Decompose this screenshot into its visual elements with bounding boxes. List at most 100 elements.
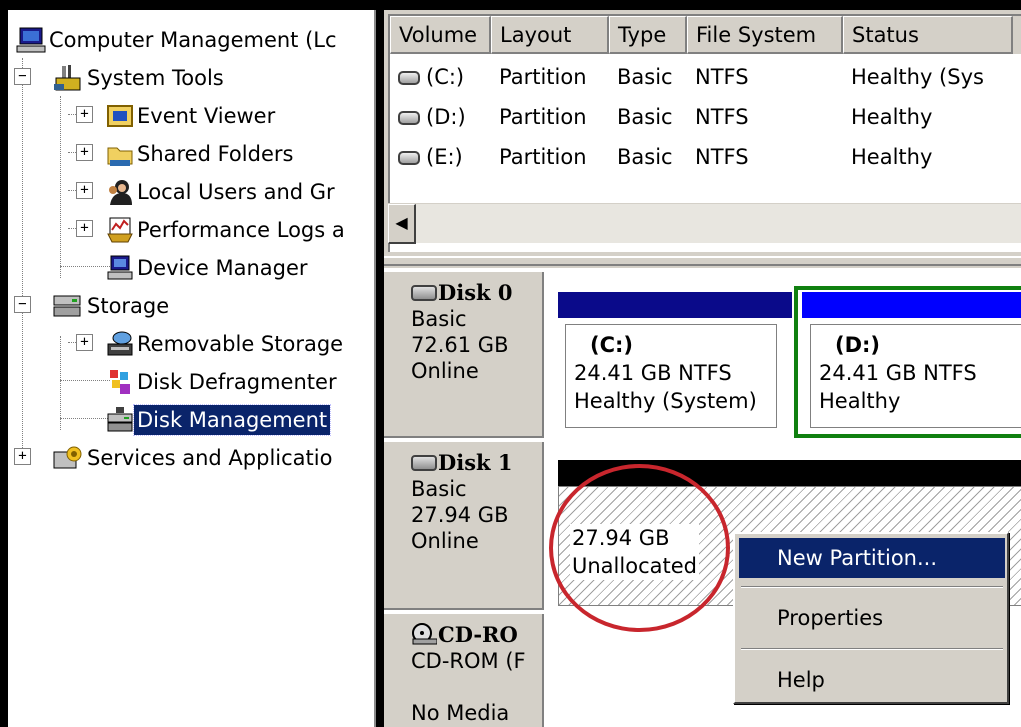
disk-kind: CD-ROM (F bbox=[411, 649, 526, 673]
tree-item-performance-logs[interactable]: Performance Logs a bbox=[106, 212, 348, 248]
tree-item-label: Performance Logs a bbox=[137, 218, 345, 242]
collapse-toggle[interactable]: − bbox=[14, 296, 31, 313]
tree-item-computer-management[interactable]: Computer Management (Lc bbox=[16, 22, 340, 58]
users-icon bbox=[109, 180, 132, 205]
cdrom-info[interactable]: CD-RO CD-ROM (F No Media bbox=[384, 614, 544, 727]
expand-toggle[interactable]: + bbox=[76, 220, 93, 237]
disk-state: Online bbox=[411, 359, 479, 383]
properties-menu-item[interactable]: Properties bbox=[739, 598, 1005, 638]
event-viewer-icon bbox=[107, 105, 133, 127]
folder-icon bbox=[107, 147, 133, 166]
volume-cell: (C:) bbox=[426, 65, 465, 89]
partition-c[interactable]: (C:) 24.41 GB NTFS Healthy (System) bbox=[565, 324, 777, 428]
disk-1-info[interactable]: Disk 1 Basic 27.94 GB Online bbox=[384, 442, 544, 610]
menu-separator bbox=[741, 586, 1003, 588]
tree-item-label: Removable Storage bbox=[137, 332, 344, 356]
window-frame: Computer Management (Lc − System Tools +… bbox=[0, 0, 1021, 727]
partition-title: (D:) bbox=[835, 333, 881, 357]
expand-toggle[interactable]: + bbox=[76, 334, 93, 351]
partition-d[interactable]: (D:) 24.41 GB NTFS Healthy bbox=[810, 324, 1021, 428]
storage-icon bbox=[53, 295, 81, 317]
expand-toggle[interactable]: + bbox=[76, 106, 93, 123]
partition-bar-d bbox=[802, 292, 1021, 318]
table-row[interactable]: (D:) Partition Basic NTFS Healthy bbox=[390, 98, 1021, 136]
pane-splitter[interactable] bbox=[384, 256, 1021, 266]
menu-separator bbox=[741, 648, 1003, 650]
tree-item-disk-defragmenter[interactable]: Disk Defragmenter bbox=[106, 364, 340, 400]
collapse-toggle[interactable]: − bbox=[14, 68, 31, 85]
disk-state: No Media bbox=[411, 701, 510, 725]
tree-connector bbox=[60, 336, 61, 430]
tree-item-label: Disk Management bbox=[132, 404, 332, 436]
column-header-status[interactable]: Status bbox=[843, 16, 1013, 54]
volume-cell: (E:) bbox=[426, 145, 463, 169]
horizontal-scrollbar[interactable]: ◀ bbox=[388, 203, 1021, 244]
disk-size: 27.94 GB bbox=[411, 503, 509, 527]
layout-cell: Partition bbox=[499, 145, 587, 169]
partition-status: Healthy (System) bbox=[574, 389, 757, 413]
tree-item-device-manager[interactable]: Device Manager bbox=[106, 250, 311, 286]
tree-item-label: Device Manager bbox=[137, 256, 308, 280]
services-icon bbox=[53, 446, 82, 469]
tree-item-label: Local Users and Gr bbox=[137, 180, 335, 204]
tree-item-system-tools[interactable]: System Tools bbox=[52, 60, 227, 96]
tree-item-shared-folders[interactable]: Shared Folders bbox=[106, 136, 296, 172]
volume-icon bbox=[398, 151, 420, 165]
column-header-file-system[interactable]: File System bbox=[687, 16, 843, 54]
tree-item-label: Shared Folders bbox=[137, 142, 294, 166]
help-menu-item[interactable]: Help bbox=[739, 660, 1005, 700]
tree-item-label: System Tools bbox=[87, 66, 224, 90]
tree-item-local-users[interactable]: Local Users and Gr bbox=[106, 174, 338, 210]
disk-name: Disk 1 bbox=[438, 450, 513, 475]
context-menu: New Partition... Properties Help bbox=[733, 532, 1009, 704]
tree-item-event-viewer[interactable]: Event Viewer bbox=[106, 98, 278, 134]
partition-bar-c bbox=[558, 292, 792, 318]
disk-size: 72.61 GB bbox=[411, 333, 509, 357]
table-row[interactable]: (C:) Partition Basic NTFS Healthy (Sys bbox=[390, 58, 1021, 96]
annotation-circle bbox=[549, 464, 730, 632]
partition-status: Healthy bbox=[819, 389, 901, 413]
arrow-left-icon: ◀ bbox=[395, 213, 408, 232]
disk-name: CD-RO bbox=[438, 622, 518, 647]
table-row[interactable]: (E:) Partition Basic NTFS Healthy bbox=[390, 138, 1021, 176]
type-cell: Basic bbox=[617, 65, 673, 89]
tree-item-services-applications[interactable]: Services and Applicatio bbox=[52, 440, 335, 476]
tree-connector bbox=[22, 58, 23, 460]
tree-item-label: Storage bbox=[87, 294, 170, 318]
disk-state: Online bbox=[411, 529, 479, 553]
type-cell: Basic bbox=[617, 105, 673, 129]
status-cell: Healthy bbox=[851, 145, 933, 169]
column-header-layout[interactable]: Layout bbox=[491, 16, 609, 54]
file-system-cell: NTFS bbox=[695, 105, 749, 129]
expand-toggle[interactable]: + bbox=[76, 144, 93, 161]
file-system-cell: NTFS bbox=[695, 145, 749, 169]
disk-name: Disk 0 bbox=[438, 280, 513, 305]
status-cell: Healthy (Sys bbox=[851, 65, 984, 89]
expand-toggle[interactable]: + bbox=[14, 448, 31, 465]
tree-item-label: Disk Defragmenter bbox=[137, 370, 337, 394]
expand-toggle[interactable]: + bbox=[76, 182, 93, 199]
console-tree[interactable]: Computer Management (Lc − System Tools +… bbox=[8, 10, 376, 727]
scroll-left-button[interactable]: ◀ bbox=[388, 204, 416, 244]
partition-size: 24.41 GB NTFS bbox=[574, 361, 732, 385]
performance-icon bbox=[107, 217, 133, 243]
volume-cell: (D:) bbox=[426, 105, 466, 129]
disk-0-info[interactable]: Disk 0 Basic 72.61 GB Online bbox=[384, 272, 544, 438]
partition-title: (C:) bbox=[590, 333, 634, 357]
tree-item-disk-management[interactable]: Disk Management bbox=[106, 402, 332, 438]
volume-icon bbox=[398, 111, 420, 125]
tree-item-label: Event Viewer bbox=[137, 104, 276, 128]
tree-item-storage[interactable]: Storage bbox=[52, 288, 172, 324]
tree-connector bbox=[60, 380, 110, 381]
status-cell: Healthy bbox=[851, 105, 933, 129]
volume-list-header: Volume Layout Type File System Status bbox=[390, 16, 1021, 54]
tree-item-removable-storage[interactable]: Removable Storage bbox=[106, 326, 346, 362]
tree-connector bbox=[60, 96, 61, 278]
tree-item-label: Computer Management (Lc bbox=[49, 28, 337, 52]
column-header-type[interactable]: Type bbox=[609, 16, 687, 54]
toolbox-icon bbox=[54, 65, 81, 91]
disk-icon bbox=[411, 285, 437, 301]
file-system-cell: NTFS bbox=[695, 65, 749, 89]
new-partition-menu-item[interactable]: New Partition... bbox=[739, 538, 1005, 578]
column-header-volume[interactable]: Volume bbox=[390, 16, 491, 54]
